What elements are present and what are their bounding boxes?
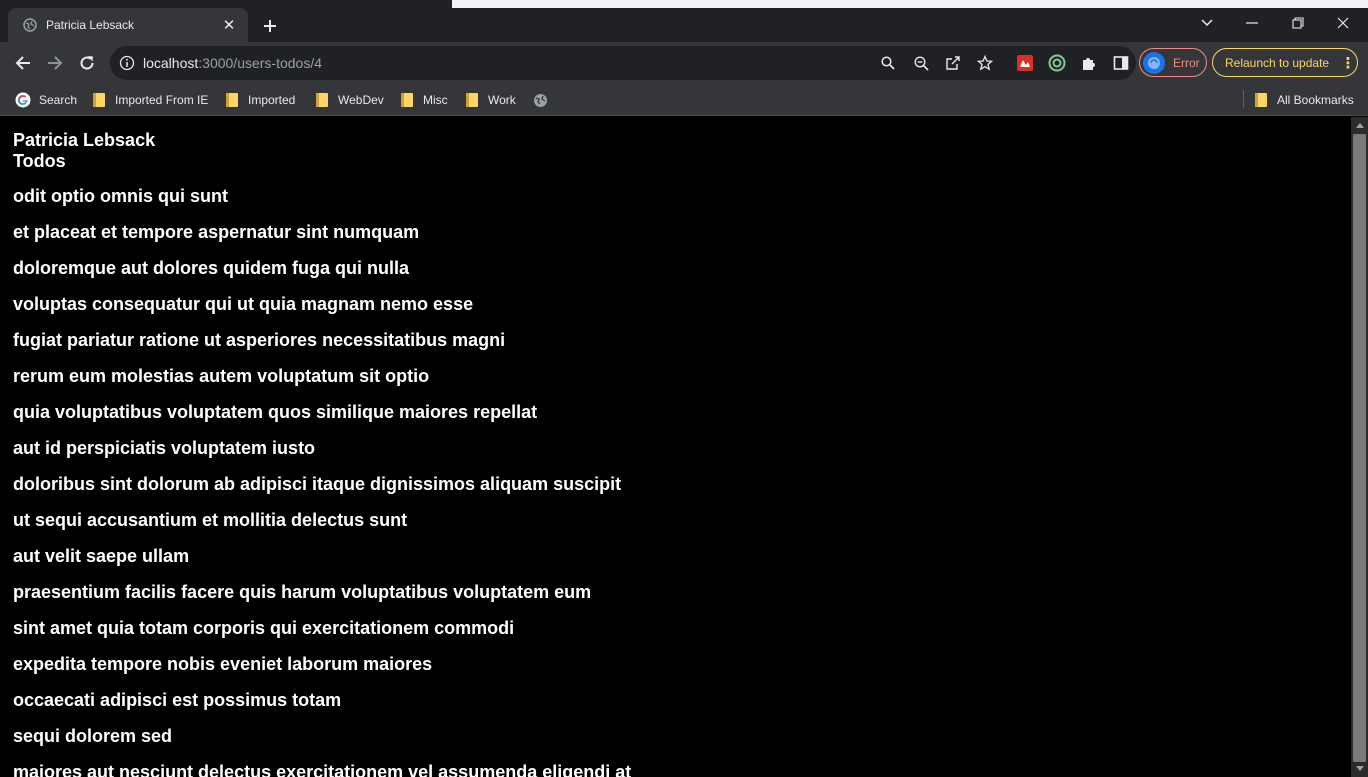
bookmark-folder-misc[interactable]: Misc [399, 89, 448, 111]
bookmark-globe[interactable] [532, 89, 556, 111]
browser-toolbar: localhost:3000/users-todos/4 Error Relau… [0, 42, 1368, 84]
todo-item: et placeat et tempore aspernatur sint nu… [13, 222, 420, 242]
zoom-out-icon[interactable] [912, 54, 930, 72]
sync-icon [1148, 56, 1160, 69]
forward-button[interactable] [40, 48, 70, 78]
todos-heading: Todos [13, 151, 66, 171]
todo-item: doloribus sint dolorum ab adipisci itaqu… [13, 474, 622, 494]
profile-error-button[interactable]: Error [1139, 48, 1207, 77]
todo-list: odit optio omnis qui sunt et placeat et t… [13, 186, 631, 777]
todo-item: aut velit saepe ullam [13, 546, 190, 566]
todo-item: doloremque aut dolores quidem fuga qui n… [13, 258, 410, 278]
bookmark-folder-imported-from-ie[interactable]: Imported From IE [91, 89, 208, 111]
address-bar[interactable]: localhost:3000/users-todos/4 [110, 46, 1136, 80]
todo-item: sint amet quia totam corporis qui exerci… [13, 618, 515, 638]
profile-status-label: Error [1173, 55, 1200, 70]
scrollbar-thumb[interactable] [1353, 134, 1366, 762]
back-button[interactable] [8, 48, 38, 78]
close-tab-icon[interactable]: ✕ [220, 16, 238, 34]
relaunch-label: Relaunch to update [1225, 55, 1330, 70]
google-icon [15, 92, 31, 108]
extensions-puzzle-icon[interactable] [1080, 54, 1098, 72]
share-icon[interactable] [944, 54, 962, 72]
site-info-icon[interactable] [118, 54, 136, 72]
relaunch-to-update-button[interactable]: Relaunch to update ⋮ [1212, 48, 1358, 77]
folder-icon [224, 92, 240, 108]
plus-icon [264, 20, 276, 32]
active-tab[interactable]: Patricia Lebsack ✕ [8, 8, 248, 42]
todo-item: ut sequi accusantium et mollitia delectu… [13, 510, 408, 530]
bookmark-folder-webdev[interactable]: WebDev [314, 89, 384, 111]
all-bookmarks-button[interactable]: All Bookmarks [1253, 89, 1354, 111]
page-scrollbar[interactable] [1351, 117, 1368, 777]
user-name-heading: Patricia Lebsack [13, 130, 156, 150]
all-bookmarks-label: All Bookmarks [1277, 93, 1354, 107]
bookmarks-bar: Search Imported From IE Imported WebDev … [0, 84, 1368, 116]
bookmark-label: WebDev [338, 93, 384, 107]
tab-strip-highlight [452, 0, 1368, 8]
tab-strip: Patricia Lebsack ✕ [0, 0, 1368, 42]
todo-item: maiores aut nesciunt delectus exercitati… [13, 762, 632, 777]
star-icon[interactable] [976, 54, 994, 72]
todo-item: quia voluptatibus voluptatem quos simili… [13, 402, 538, 422]
chevron-down-icon [1201, 19, 1213, 27]
search-icon[interactable] [879, 54, 897, 72]
folder-icon [314, 92, 330, 108]
todo-item: fugiat pariatur ratione ut asperiores ne… [13, 330, 506, 350]
tab-title: Patricia Lebsack [46, 18, 135, 32]
menu-dots-icon[interactable]: ⋮ [1339, 54, 1357, 72]
folder-icon [399, 92, 415, 108]
tab-search-button[interactable] [1184, 8, 1230, 38]
bookmark-label: Work [488, 93, 516, 107]
side-panel-icon[interactable] [1112, 54, 1130, 72]
todo-item: praesentium facilis facere quis harum vo… [13, 582, 592, 602]
bookmark-label: Imported [248, 93, 296, 107]
scroll-down-arrow-icon[interactable] [1351, 760, 1368, 777]
close-window-button[interactable] [1320, 8, 1366, 38]
bookmark-label: Misc [423, 93, 448, 107]
arrow-right-icon [48, 56, 63, 70]
todo-item: expedita tempore nobis eveniet laborum m… [13, 654, 433, 674]
bookmark-label: Search [39, 93, 78, 107]
minimize-icon [1246, 22, 1258, 24]
reload-button[interactable] [72, 48, 102, 78]
todo-item: voluptas consequatur qui ut quia magnam … [13, 294, 474, 314]
url-text[interactable]: localhost:3000/users-todos/4 [143, 55, 322, 71]
todo-item: odit optio omnis qui sunt [13, 186, 228, 206]
globe-icon [22, 17, 38, 33]
folder-icon [91, 92, 107, 108]
bookmark-label: Imported From IE [115, 93, 209, 107]
bookmark-folder-work[interactable]: Work [464, 89, 516, 111]
globe-icon [532, 92, 548, 108]
extension-red-icon[interactable] [1016, 54, 1034, 72]
reload-icon [80, 56, 94, 70]
folder-icon [464, 92, 480, 108]
todo-item: rerum eum molestias autem voluptatum sit… [13, 366, 430, 386]
todo-item: aut id perspiciatis voluptatem iusto [13, 438, 316, 458]
extension-target-icon[interactable] [1048, 54, 1066, 72]
todo-item: sequi dolorem sed [13, 726, 173, 746]
new-tab-button[interactable] [256, 12, 284, 40]
bookmark-search[interactable]: Search [15, 89, 77, 111]
bookmark-folder-imported[interactable]: Imported [224, 89, 295, 111]
restore-button[interactable] [1275, 8, 1321, 38]
bookmarks-divider [1243, 90, 1244, 108]
scroll-up-arrow-icon[interactable] [1351, 117, 1368, 134]
avatar [1143, 51, 1165, 74]
close-icon [1337, 17, 1349, 29]
minimize-button[interactable] [1229, 8, 1275, 38]
arrow-left-icon [15, 56, 30, 70]
todo-item: occaecati adipisci est possimus totam [13, 690, 342, 710]
page-content: Patricia Lebsack Todos odit optio omnis … [0, 117, 1351, 777]
folder-icon [1253, 92, 1269, 108]
restore-icon [1292, 17, 1304, 29]
